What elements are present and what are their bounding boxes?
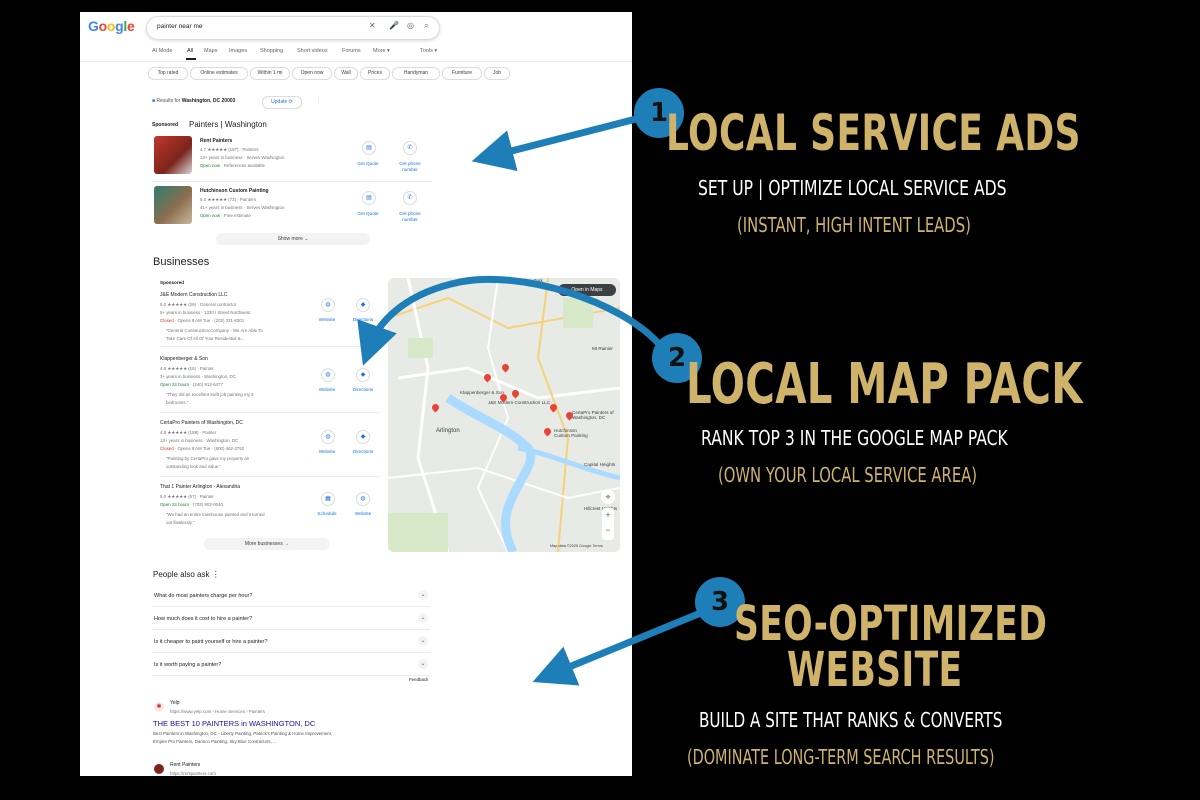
annotation-title: LOCAL SERVICE ADS	[666, 104, 1081, 162]
annotation-note: (DOMINATE LONG-TERM SEARCH RESULTS)	[687, 745, 995, 769]
arrow-1	[471, 114, 641, 172]
annotation-title: WEBSITE	[787, 642, 963, 698]
annotation-subtitle: RANK TOP 3 IN THE GOOGLE MAP PACK	[701, 426, 1008, 450]
annotation-subtitle: SET UP | OPTIMIZE LOCAL SERVICE ADS	[698, 176, 1007, 200]
arrow-2	[357, 275, 663, 366]
annotation-title: LOCAL MAP PACK	[686, 352, 1083, 417]
annotation-note: (OWN YOUR LOCAL SERVICE AREA)	[718, 463, 978, 487]
annotation-note: (INSTANT, HIGH INTENT LEADS)	[737, 213, 971, 237]
arrow-3	[532, 608, 705, 686]
annotation-subtitle: BUILD A SITE THAT RANKS & CONVERTS	[699, 708, 1003, 732]
